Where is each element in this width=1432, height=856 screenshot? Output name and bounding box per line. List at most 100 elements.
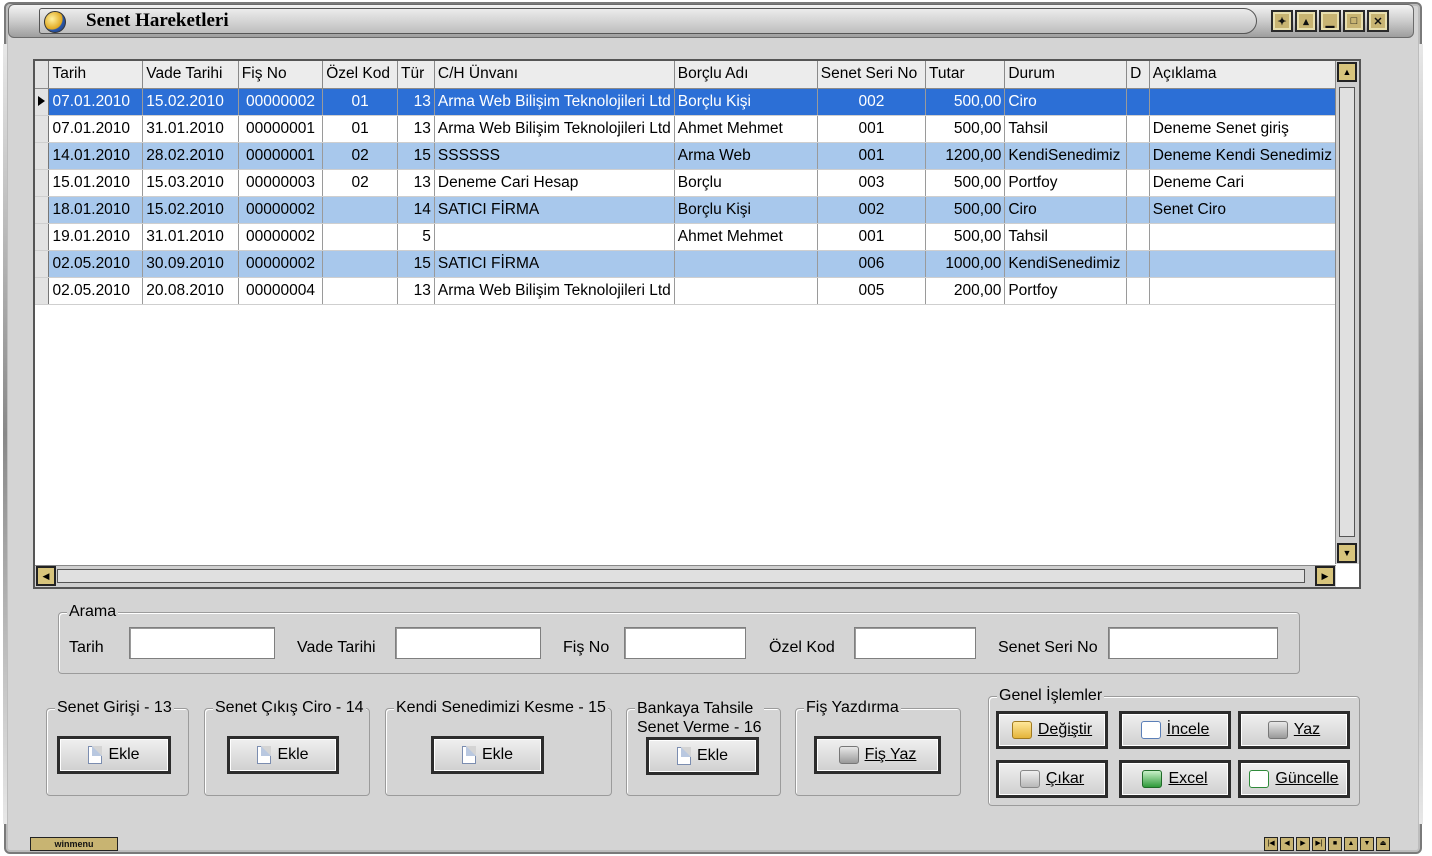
col-header[interactable]: Tür [397, 61, 435, 89]
scroll-up-icon[interactable]: ▲ [1337, 62, 1357, 82]
cell-ozel[interactable] [322, 196, 399, 224]
row-indicator[interactable] [35, 223, 50, 251]
row-indicator[interactable] [35, 196, 50, 224]
cell-tutar[interactable]: 200,00 [925, 277, 1006, 305]
cell-unvan[interactable]: Deneme Cari Hesap [434, 169, 675, 197]
cell-fis[interactable]: 00000001 [238, 142, 324, 170]
cell-aciklama[interactable]: Deneme Senet giriş [1149, 115, 1336, 143]
cell-tarih[interactable]: 07.01.2010 [48, 115, 144, 143]
cell-ozel[interactable] [322, 223, 399, 251]
cell-durum[interactable]: Ciro [1004, 88, 1128, 116]
cell-seri[interactable]: 006 [817, 250, 927, 278]
cell-vade[interactable]: 28.02.2010 [142, 142, 239, 170]
table-row[interactable]: 02.05.2010 30.09.2010 00000002 15 SATICI FİR… [35, 250, 1336, 278]
cell-tarih[interactable]: 14.01.2010 [48, 142, 144, 170]
col-header[interactable]: Açıklama [1149, 61, 1336, 89]
cell-aciklama[interactable]: Senet Ciro [1149, 196, 1336, 224]
table-row[interactable]: 07.01.2010 15.02.2010 00000002 01 13 Arma Web… [35, 88, 1336, 116]
cell-tur[interactable]: 15 [397, 250, 435, 278]
senet-cikis-ekle-button[interactable]: Ekle [227, 736, 339, 774]
cell-unvan[interactable]: Arma Web Bilişim Teknolojileri Ltd [434, 115, 675, 143]
cell-tarih[interactable]: 19.01.2010 [48, 223, 144, 251]
maximize-icon[interactable]: □ [1343, 10, 1365, 32]
cell-tutar[interactable]: 500,00 [925, 115, 1006, 143]
col-header[interactable]: Borçlu Adı [674, 61, 818, 89]
col-header[interactable]: Senet Seri No [817, 61, 927, 89]
cell-seri[interactable]: 003 [817, 169, 927, 197]
row-indicator[interactable] [35, 88, 50, 116]
cell-tarih[interactable]: 07.01.2010 [48, 88, 144, 116]
col-header[interactable]: Fiş No [238, 61, 324, 89]
cell-borclu[interactable] [674, 277, 818, 305]
next-icon[interactable]: ▶ [1296, 837, 1310, 851]
table-row[interactable]: 18.01.2010 15.02.2010 00000002 14 SATICI FİR… [35, 196, 1336, 224]
cell-vade[interactable]: 20.08.2010 [142, 277, 239, 305]
cell-borclu[interactable]: Arma Web [674, 142, 818, 170]
vade-tarihi-input[interactable] [395, 627, 541, 659]
first-icon[interactable]: |◀ [1264, 837, 1278, 851]
col-header[interactable]: Özel Kod [322, 61, 399, 89]
cell-tur[interactable]: 14 [397, 196, 435, 224]
vertical-scroll-thumb[interactable] [1339, 87, 1355, 537]
pin-icon[interactable]: ✦ [1271, 10, 1293, 32]
horizontal-scrollbar[interactable]: ◀ ▶ [35, 565, 1336, 587]
table-row[interactable]: 14.01.2010 28.02.2010 00000001 02 15 SSSSSS Ar… [35, 142, 1336, 170]
cell-vade[interactable]: 31.01.2010 [142, 223, 239, 251]
scroll-right-icon[interactable]: ▶ [1315, 566, 1335, 586]
cell-aciklama[interactable]: Deneme Kendi Senedimiz [1149, 142, 1336, 170]
cell-unvan[interactable]: SATICI FİRMA [434, 250, 675, 278]
cell-aciklama[interactable] [1149, 277, 1336, 305]
col-header[interactable]: C/H Ünvanı [434, 61, 675, 89]
col-header[interactable]: Durum [1004, 61, 1128, 89]
cell-tur[interactable]: 13 [397, 277, 435, 305]
cell-durum[interactable]: KendiSenedimiz [1004, 142, 1128, 170]
bankaya-tahsile-ekle-button[interactable]: Ekle [646, 737, 759, 775]
cell-ozel[interactable] [322, 277, 399, 305]
cell-d[interactable] [1126, 142, 1150, 170]
cell-d[interactable] [1126, 115, 1150, 143]
cell-borclu[interactable]: Borçlu Kişi [674, 196, 818, 224]
horizontal-scroll-thumb[interactable] [57, 569, 1305, 583]
senet-girisi-ekle-button[interactable]: Ekle [57, 736, 171, 774]
table-row[interactable]: 07.01.2010 31.01.2010 00000001 01 13 Arma Web… [35, 115, 1336, 143]
cell-ozel[interactable]: 01 [322, 88, 399, 116]
cell-aciklama[interactable]: Deneme Cari [1149, 169, 1336, 197]
cell-ozel[interactable]: 02 [322, 169, 399, 197]
kendi-senet-ekle-button[interactable]: Ekle [431, 736, 544, 774]
cell-unvan[interactable]: SATICI FİRMA [434, 196, 675, 224]
cell-tarih[interactable]: 18.01.2010 [48, 196, 144, 224]
cell-fis[interactable]: 00000002 [238, 223, 324, 251]
table-row[interactable]: 19.01.2010 31.01.2010 00000002 5 Ahmet Mehme… [35, 223, 1336, 251]
cell-seri[interactable]: 002 [817, 88, 927, 116]
cell-borclu[interactable]: Ahmet Mehmet [674, 115, 818, 143]
prev-icon[interactable]: ◀ [1280, 837, 1294, 851]
senet-seri-no-input[interactable] [1108, 627, 1278, 659]
cell-seri[interactable]: 001 [817, 115, 927, 143]
cell-unvan[interactable]: Arma Web Bilişim Teknolojileri Ltd [434, 88, 675, 116]
cell-tur[interactable]: 15 [397, 142, 435, 170]
degistir-button[interactable]: Değiştir [996, 711, 1108, 749]
cell-d[interactable] [1126, 250, 1150, 278]
cell-vade[interactable]: 15.02.2010 [142, 196, 239, 224]
incele-button[interactable]: İncele [1119, 711, 1231, 749]
cell-ozel[interactable] [322, 250, 399, 278]
excel-button[interactable]: Excel [1119, 760, 1231, 798]
cell-tutar[interactable]: 1200,00 [925, 142, 1006, 170]
cell-unvan[interactable]: Arma Web Bilişim Teknolojileri Ltd [434, 277, 675, 305]
cell-aciklama[interactable] [1149, 250, 1336, 278]
cell-durum[interactable]: Tahsil [1004, 115, 1128, 143]
cell-borclu[interactable]: Borçlu [674, 169, 818, 197]
cell-fis[interactable]: 00000003 [238, 169, 324, 197]
close-icon[interactable]: ✕ [1367, 10, 1389, 32]
down-icon[interactable]: ▼ [1360, 837, 1374, 851]
minimize-icon[interactable]: ▁ [1319, 10, 1341, 32]
row-indicator[interactable] [35, 169, 50, 197]
last-icon[interactable]: ▶| [1312, 837, 1326, 851]
cell-ozel[interactable]: 02 [322, 142, 399, 170]
cell-fis[interactable]: 00000002 [238, 250, 324, 278]
cell-fis[interactable]: 00000001 [238, 115, 324, 143]
cell-borclu[interactable]: Borçlu Kişi [674, 88, 818, 116]
rollup-icon[interactable]: ▴ [1295, 10, 1317, 32]
cell-tur[interactable]: 13 [397, 169, 435, 197]
cell-d[interactable] [1126, 223, 1150, 251]
